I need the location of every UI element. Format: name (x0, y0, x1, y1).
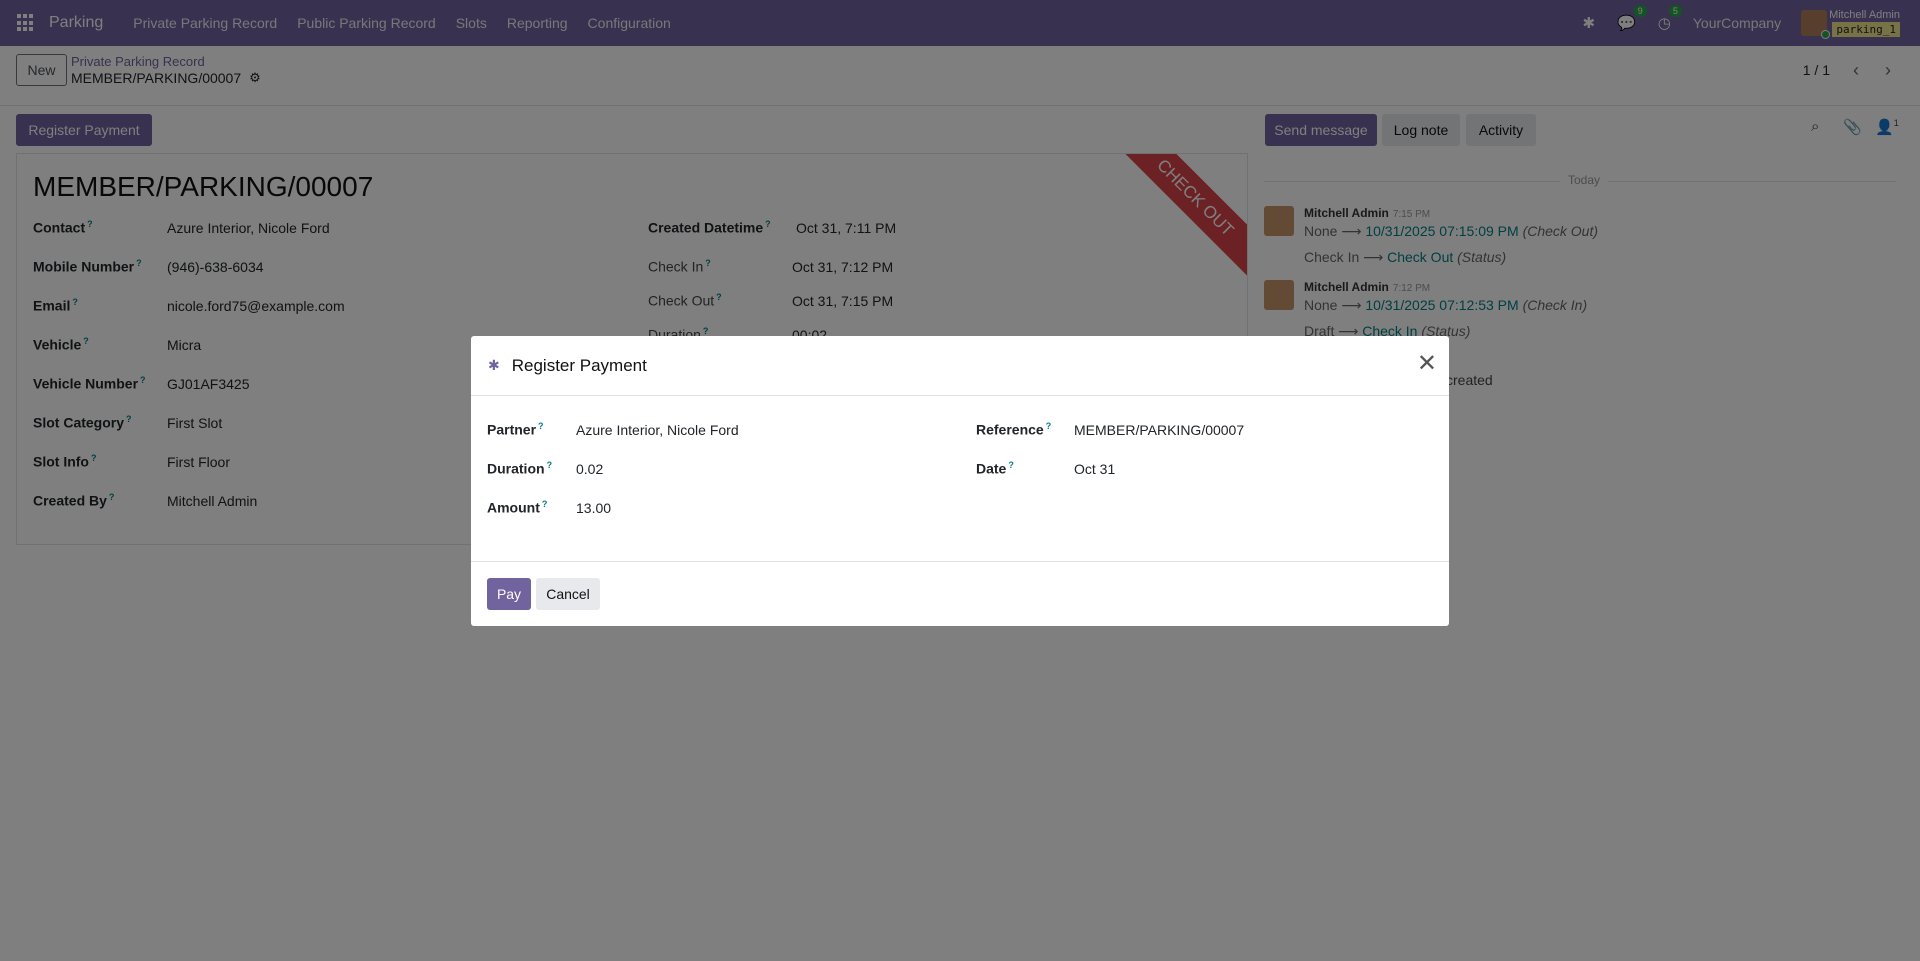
field-label: Duration? (487, 460, 553, 477)
field-label: Date? (976, 460, 1014, 477)
help-icon: ? (541, 499, 548, 509)
register-payment-dialog: ✱ Register Payment ✕ Partner? Azure Inte… (471, 336, 1449, 626)
partner-value[interactable]: Azure Interior, Nicole Ford (576, 422, 739, 438)
field-date: Date? Oct 31 (976, 460, 1115, 477)
help-icon: ? (538, 421, 544, 431)
field-partner: Partner? Azure Interior, Nicole Ford (487, 421, 739, 438)
reference-value[interactable]: MEMBER/PARKING/00007 (1074, 422, 1244, 438)
field-amount: Amount? 13.00 (487, 499, 611, 516)
field-label: Amount? (487, 499, 548, 516)
cancel-button[interactable]: Cancel (536, 578, 600, 610)
amount-value[interactable]: 13.00 (576, 500, 611, 516)
field-label: Reference? (976, 421, 1052, 438)
field-reference: Reference? MEMBER/PARKING/00007 (976, 421, 1244, 438)
modal-footer: Pay Cancel (471, 561, 1449, 626)
field-label: Partner? (487, 421, 544, 438)
modal-title: Register Payment (511, 355, 647, 375)
duration-value[interactable]: 0.02 (576, 461, 603, 477)
modal-header: ✱ Register Payment ✕ (471, 336, 1449, 396)
help-icon: ? (1008, 460, 1014, 470)
field-duration: Duration? 0.02 (487, 460, 603, 477)
close-icon[interactable]: ✕ (1417, 352, 1437, 376)
pay-button[interactable]: Pay (487, 578, 531, 610)
bug-icon: ✱ (488, 357, 500, 373)
help-icon: ? (1045, 421, 1052, 431)
date-value[interactable]: Oct 31 (1074, 461, 1115, 477)
help-icon: ? (546, 460, 553, 470)
